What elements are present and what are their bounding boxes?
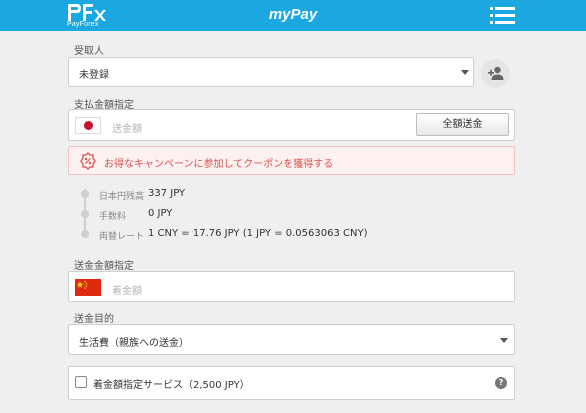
fee-value: 0 JPY: [148, 208, 173, 219]
fee-key: 手数料: [99, 212, 127, 222]
purpose-select[interactable]: 生活費（親族への送金）: [68, 324, 515, 355]
caret-down-icon: [461, 70, 469, 75]
help-icon[interactable]: ?: [495, 377, 507, 389]
receive-amount-label: 送金金額指定: [74, 261, 134, 272]
japan-flag-icon: [75, 117, 101, 134]
timeline-dot: [81, 190, 89, 198]
rate-key: 両替レート: [99, 232, 145, 242]
caret-down-icon: [500, 338, 508, 343]
timeline-dot: [81, 230, 89, 238]
add-recipient-button[interactable]: [481, 59, 510, 88]
china-flag-icon: [75, 279, 101, 296]
balance-value: 337 JPY: [148, 188, 186, 199]
purpose-value: 生活費（親族への送金）: [79, 338, 189, 349]
timeline-dot: [81, 210, 89, 218]
rate-value: 1 CNY = 17.76 JPY (1 JPY = 0.0563063 CNY…: [148, 228, 368, 239]
send-amount-input[interactable]: 送金額: [112, 120, 142, 135]
coupon-percent-icon: [80, 152, 96, 170]
coupon-link-text: お得なキャンペーンに参加してクーポンを獲得する: [104, 159, 334, 170]
top-bar: PayForex myPay: [0, 0, 586, 31]
recipient-select[interactable]: 未登録: [68, 57, 474, 87]
receive-amount-field[interactable]: 着金額: [68, 271, 515, 302]
send-full-amount-button[interactable]: 全額送金: [416, 113, 509, 136]
purpose-label: 送金目的: [74, 314, 114, 325]
receive-amount-input[interactable]: 着金額: [112, 282, 142, 297]
balance-key: 日本円残高: [99, 192, 145, 202]
hamburger-menu-icon[interactable]: [490, 7, 515, 24]
fixed-amount-service-checkbox[interactable]: [75, 376, 87, 388]
coupon-banner[interactable]: お得なキャンペーンに参加してクーポンを獲得する: [68, 146, 515, 175]
add-user-icon: [488, 66, 504, 80]
recipient-value: 未登録: [79, 70, 109, 81]
recipient-label: 受取人: [74, 46, 104, 57]
fixed-amount-service-label: 着金額指定サービス（2,500 JPY）: [93, 380, 250, 391]
